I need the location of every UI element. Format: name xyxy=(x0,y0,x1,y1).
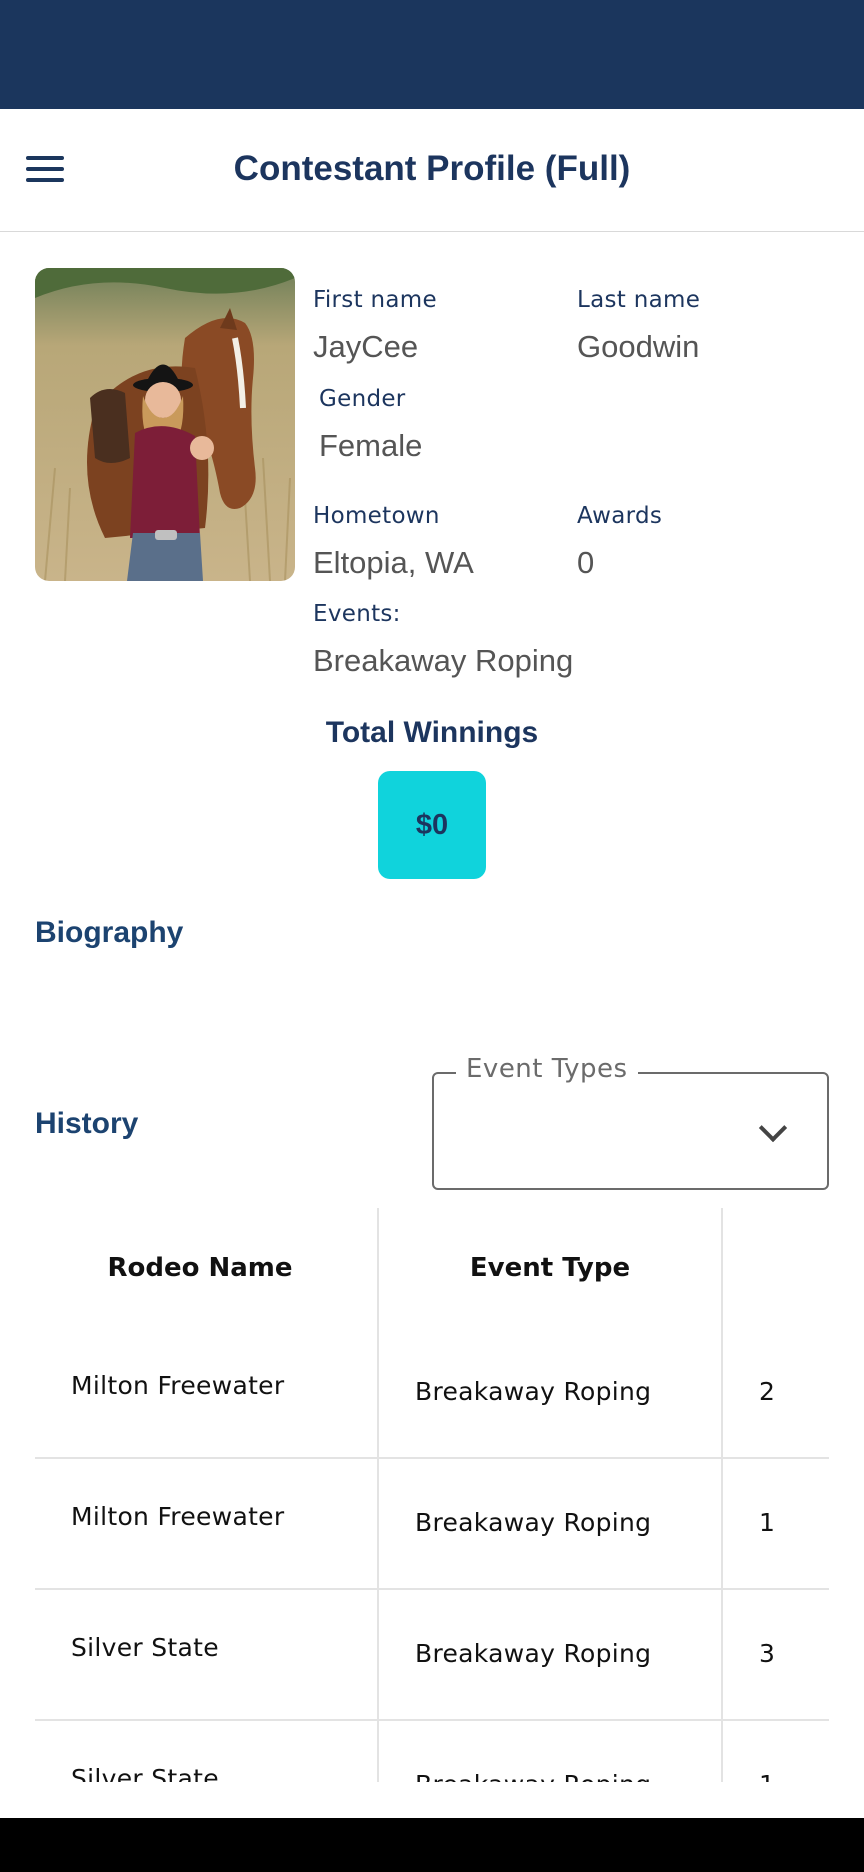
rodeo-name-cell: Silver State xyxy=(71,1764,219,1782)
place-cell: 1 xyxy=(759,1770,775,1782)
events-value: Breakaway Roping xyxy=(313,643,574,678)
event-type-cell: Breakaway Roping xyxy=(415,1377,652,1406)
last-name-label: Last name xyxy=(577,287,701,313)
hometown-value: Eltopia, WA xyxy=(313,545,474,580)
rodeo-name-cell: Milton Freewater xyxy=(71,1371,285,1400)
event-types-select[interactable]: Event Types xyxy=(432,1054,829,1190)
table-row[interactable]: Milton Freewater Breakaway Roping 2 xyxy=(35,1328,829,1459)
column-header-event-type[interactable]: Event Type xyxy=(379,1208,721,1328)
chevron-down-icon[interactable] xyxy=(758,1113,788,1143)
column-header-place[interactable] xyxy=(723,1208,829,1328)
rodeo-name-cell: Silver State xyxy=(71,1633,219,1662)
table-row[interactable]: Milton Freewater Breakaway Roping 1 xyxy=(35,1459,829,1590)
total-winnings-title: Total Winnings xyxy=(325,716,539,749)
events-label: Events: xyxy=(313,601,401,627)
total-winnings-badge: $0 xyxy=(378,771,486,879)
gender-value: Female xyxy=(319,428,423,463)
awards-label: Awards xyxy=(577,503,663,529)
app-header: Contestant Profile (Full) xyxy=(0,109,864,232)
event-type-cell: Breakaway Roping xyxy=(415,1639,652,1668)
event-type-cell: Breakaway Roping xyxy=(415,1508,652,1537)
system-navigation-bar xyxy=(0,1818,864,1872)
table-row[interactable]: Silver State Breakaway Roping 3 xyxy=(35,1590,829,1721)
place-cell: 1 xyxy=(759,1508,776,1537)
event-type-cell: Breakaway Roping xyxy=(415,1770,651,1782)
first-name-label: First name xyxy=(313,287,437,313)
gender-label: Gender xyxy=(319,386,406,412)
place-cell: 3 xyxy=(759,1639,776,1668)
rodeo-name-cell: Milton Freewater xyxy=(71,1502,285,1531)
history-title: History xyxy=(35,1107,139,1140)
biography-title: Biography xyxy=(35,916,184,949)
last-name-value: Goodwin xyxy=(577,329,700,364)
status-bar xyxy=(0,0,864,109)
column-header-rodeo-name[interactable]: Rodeo Name xyxy=(35,1208,365,1328)
hometown-label: Hometown xyxy=(313,503,440,529)
first-name-value: JayCee xyxy=(313,329,419,364)
history-table: Rodeo Name Event Type Milton Freewater B… xyxy=(35,1208,829,1782)
page-title: Contestant Profile (Full) xyxy=(233,149,631,188)
awards-value: 0 xyxy=(577,545,595,580)
contestant-photo xyxy=(35,268,295,581)
place-cell: 2 xyxy=(759,1377,776,1406)
table-row[interactable]: Silver State Breakaway Roping 1 xyxy=(35,1721,829,1782)
event-types-label: Event Types xyxy=(456,1054,638,1084)
